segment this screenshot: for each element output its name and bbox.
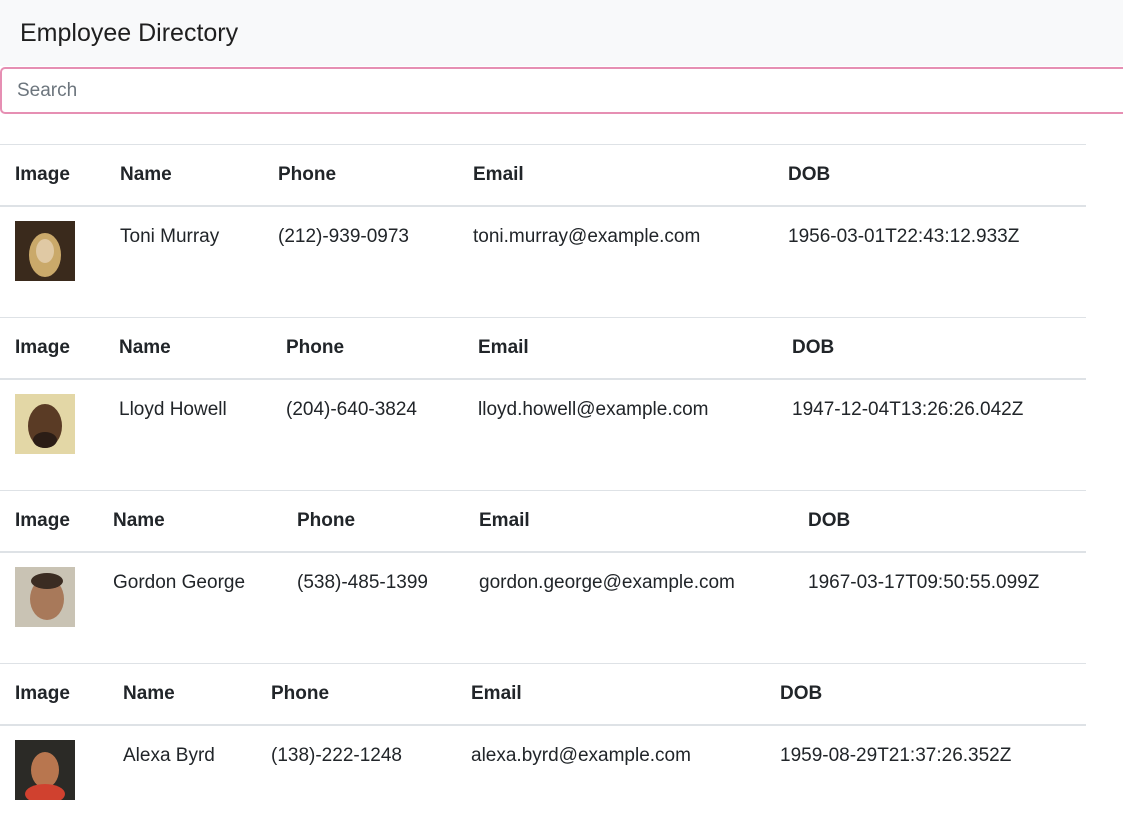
employee-email: lloyd.howell@example.com xyxy=(478,399,709,420)
divider xyxy=(0,551,1086,553)
employee-name: Lloyd Howell xyxy=(119,399,227,420)
divider xyxy=(0,378,1086,380)
avatar xyxy=(15,221,75,281)
employee-table: Image Name Phone Email DOB Alexa Byrd (1… xyxy=(0,663,1086,809)
employee-dob: 1959-08-29T21:37:26.352Z xyxy=(780,745,1012,766)
column-header-image: Image xyxy=(15,683,70,704)
column-header-email: Email xyxy=(471,683,522,704)
divider xyxy=(0,724,1086,726)
divider xyxy=(0,205,1086,207)
avatar xyxy=(15,394,75,454)
search-input[interactable] xyxy=(0,67,1123,114)
column-header-dob: DOB xyxy=(808,510,851,531)
column-header-phone: Phone xyxy=(297,510,356,531)
employee-phone: (204)-640-3824 xyxy=(286,399,417,420)
avatar xyxy=(15,740,75,800)
column-header-email: Email xyxy=(478,337,529,358)
column-header-image: Image xyxy=(15,510,70,531)
column-header-email: Email xyxy=(473,164,524,185)
column-header-phone: Phone xyxy=(286,337,345,358)
employee-phone: (138)-222-1248 xyxy=(271,745,402,766)
divider xyxy=(0,663,1086,664)
column-header-phone: Phone xyxy=(271,683,330,704)
column-header-dob: DOB xyxy=(788,164,831,185)
employee-email: toni.murray@example.com xyxy=(473,226,701,247)
employee-email: gordon.george@example.com xyxy=(479,572,735,593)
column-header-email: Email xyxy=(479,510,530,531)
employee-table: Image Name Phone Email DOB Lloyd Howell … xyxy=(0,317,1086,463)
employee-phone: (212)-939-0973 xyxy=(278,226,409,247)
employee-name: Gordon George xyxy=(113,572,246,593)
employee-dob: 1956-03-01T22:43:12.933Z xyxy=(788,226,1020,247)
page-title: Employee Directory xyxy=(20,19,239,47)
divider xyxy=(0,317,1086,318)
column-header-name: Name xyxy=(113,510,165,531)
navbar: Employee Directory xyxy=(0,0,1123,66)
column-header-image: Image xyxy=(15,337,70,358)
column-header-name: Name xyxy=(120,164,172,185)
employee-table: Image Name Phone Email DOB Toni Murray (… xyxy=(0,144,1086,290)
employee-dob: 1947-12-04T13:26:26.042Z xyxy=(792,399,1024,420)
divider xyxy=(0,490,1086,491)
employee-table: Image Name Phone Email DOB Gordon George… xyxy=(0,490,1086,636)
column-header-dob: DOB xyxy=(780,683,823,704)
employee-name: Toni Murray xyxy=(120,226,220,247)
column-header-dob: DOB xyxy=(792,337,835,358)
employee-email: alexa.byrd@example.com xyxy=(471,745,691,766)
employee-name: Alexa Byrd xyxy=(123,745,215,766)
column-header-name: Name xyxy=(123,683,175,704)
column-header-phone: Phone xyxy=(278,164,337,185)
employee-dob: 1967-03-17T09:50:55.099Z xyxy=(808,572,1040,593)
avatar xyxy=(15,567,75,627)
column-header-name: Name xyxy=(119,337,171,358)
divider xyxy=(0,144,1086,145)
column-header-image: Image xyxy=(15,164,70,185)
employee-phone: (538)-485-1399 xyxy=(297,572,428,593)
